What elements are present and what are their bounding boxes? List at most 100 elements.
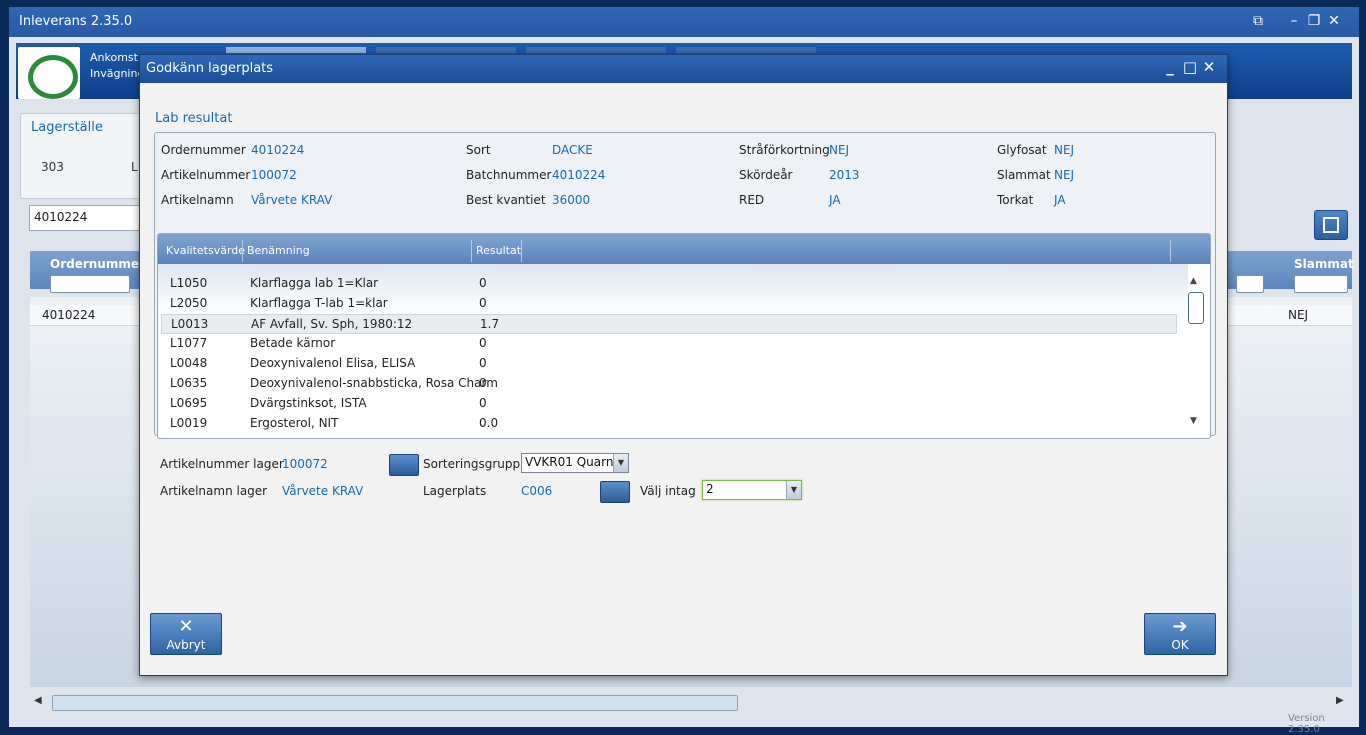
scroll-up-icon[interactable]: ▲ [1190,276,1197,286]
version-text: Version 2.35.0 [1288,713,1325,735]
dialog-minimize-icon[interactable]: _ [1160,58,1180,76]
lagerstalle-extra: L [131,160,138,174]
filter-slammat-input[interactable] [1294,275,1348,293]
cell-benamning: Deoxynivalenol-snabbsticka, Rosa Charm [250,376,498,390]
value-batchnummer: 4010224 [552,168,606,182]
dialog-close-icon[interactable]: ✕ [1199,58,1219,76]
column-divider [521,240,522,262]
header-line1: Ankomstr [90,51,143,64]
app-title: Inleverans 2.35.0 [19,14,133,29]
dialog-maximize-icon[interactable]: □ [1180,58,1200,76]
lagerstalle-label: Lagerställe [31,120,103,135]
filter-ordernummer-input[interactable] [50,275,130,293]
cell-benamning: Betade kärnor [250,336,336,350]
cell-kvalitetsvarde: L1050 [170,276,208,290]
filter-input[interactable] [1236,275,1264,293]
label-artikelnamn-lager: Artikelnamn lager [160,484,268,498]
horizontal-scrollbar[interactable]: ◀ ▶ [30,695,1352,711]
column-header-ordernummer[interactable]: Ordernummer [50,257,145,271]
table-body: L1050 Klarflagga lab 1=Klar 0 L2050 Klarflag… [158,264,1188,436]
scroll-down-icon[interactable]: ▼ [1190,416,1197,426]
value-artikelnummer-lager: 100072 [282,457,328,471]
valj-intag-value: 2 [706,482,714,496]
label-valj-intag: Välj intag [640,484,696,498]
cell-kvalitetsvarde: L0019 [170,416,208,430]
label-sorteringsgrupp: Sorteringsgrupp [423,457,521,471]
cell-benamning: AF Avfall, Sv. Sph, 1980:12 [251,317,413,331]
layout-button[interactable] [1314,210,1348,240]
table-row[interactable]: L1050 Klarflagga lab 1=Klar 0 [161,274,1175,292]
value-ordernummer: 4010224 [251,143,305,157]
table-row[interactable]: L0635 Deoxynivalenol-snabbsticka, Rosa Ch… [161,374,1175,392]
table-row[interactable]: L1077 Betade kärnor 0 [161,334,1175,352]
minimize-icon[interactable]: – [1285,13,1303,29]
header-tab-2[interactable] [376,47,516,53]
value-lagerplats: C006 [521,484,553,498]
cell-resultat: 0.0 [479,416,499,430]
dialog-title: Godkänn lagerplats [146,61,274,76]
label-glyfosat: Glyfosat [997,143,1047,157]
cell-resultat: 0 [479,276,487,290]
label-ordernummer: Ordernummer [161,143,246,157]
cell-resultat: 0 [479,356,487,370]
label-straforkortning: Stråförkortning [739,143,830,157]
cell-kvalitetsvarde: L0013 [171,317,209,331]
cancel-button[interactable]: ✕ Avbryt [150,613,222,655]
value-artikelnamn-lager: Vårvete KRAV [282,484,364,498]
close-icon[interactable]: ✕ [1325,13,1343,29]
ok-button[interactable]: ➔ OK [1144,613,1216,655]
table-row[interactable]: L0695 Dvärgstinksot, ISTA 0 [161,394,1175,412]
cell-benamning: Klarflagga T-lab 1=klar [250,296,388,310]
column-header-kvalitetsvarde[interactable]: Kvalitetsvärde [166,244,245,257]
table-row[interactable]: L0019 Ergosterol, NIT 0.0 [161,414,1175,432]
cell-benamning: Klarflagga lab 1=Klar [250,276,379,290]
scroll-left-icon[interactable]: ◀ [34,695,42,706]
table-row[interactable]: L0048 Deoxynivalenol Elisa, ELISA 0 [161,354,1175,372]
select-lagerplats-button[interactable] [600,481,630,503]
maximize-icon[interactable]: ❐ [1305,13,1323,29]
cell-kvalitetsvarde: L1077 [170,336,208,350]
lagerstalle-value[interactable]: 303 [41,160,64,174]
search-input[interactable]: 4010224 [29,205,141,231]
header-tab-3[interactable] [526,47,666,53]
value-skordear: 2013 [829,168,860,182]
label-artikelnamn: Artikelnamn [161,193,234,207]
label-artikelnummer: Artikelnummer [161,168,251,182]
header-line2: Invägning [90,67,145,80]
value-torkat: JA [1054,193,1066,207]
column-header-benamning[interactable]: Benämning [247,244,310,257]
sorteringsgrupp-dropdown[interactable]: VVKR01 Quarna ▼ [521,453,629,473]
row-slammat: NEJ [1288,308,1309,322]
cell-resultat: 0 [479,296,487,310]
select-artikel-button[interactable] [389,454,419,476]
column-header-slammat[interactable]: Slammat [1294,257,1354,271]
cancel-button-label: Avbryt [166,638,206,652]
scroll-right-icon[interactable]: ▶ [1336,695,1344,706]
scroll-thumb[interactable] [52,695,738,711]
cell-resultat: 0 [479,376,487,390]
header-tab-4[interactable] [676,47,816,53]
column-header-resultat[interactable]: Resultat [476,244,521,257]
cell-benamning: Deoxynivalenol Elisa, ELISA [250,356,416,370]
label-torkat: Torkat [997,193,1034,207]
label-slammat: Slammat [997,168,1051,182]
table-row[interactable]: L0013 AF Avfall, Sv. Sph, 1980:12 1.7 [161,314,1177,334]
cell-resultat: 0 [479,336,487,350]
table-row[interactable]: L2050 Klarflagga T-lab 1=klar 0 [161,294,1175,312]
chevron-down-icon[interactable]: ▼ [613,454,628,472]
label-artikelnummer-lager: Artikelnummer lager [160,457,284,471]
cell-kvalitetsvarde: L0635 [170,376,208,390]
app-titlebar: Inleverans 2.35.0 ⧉ – ❐ ✕ [9,7,1359,37]
value-red: JA [829,193,841,207]
vertical-scroll-thumb[interactable] [1188,292,1204,324]
chevron-down-icon[interactable]: ▼ [786,481,801,499]
sorteringsgrupp-value: VVKR01 Quarna [525,455,621,469]
cell-resultat: 1.7 [480,317,500,331]
arrow-right-icon: ➔ [1172,616,1188,637]
restore-window-icon[interactable]: ⧉ [1249,13,1267,29]
ok-button-label: OK [1171,638,1189,652]
lagerstalle-panel: Lagerställe 303 L [20,113,146,199]
valj-intag-dropdown[interactable]: 2 ▼ [702,480,802,500]
header-tab-1[interactable] [226,47,366,53]
label-red: RED [739,193,765,207]
